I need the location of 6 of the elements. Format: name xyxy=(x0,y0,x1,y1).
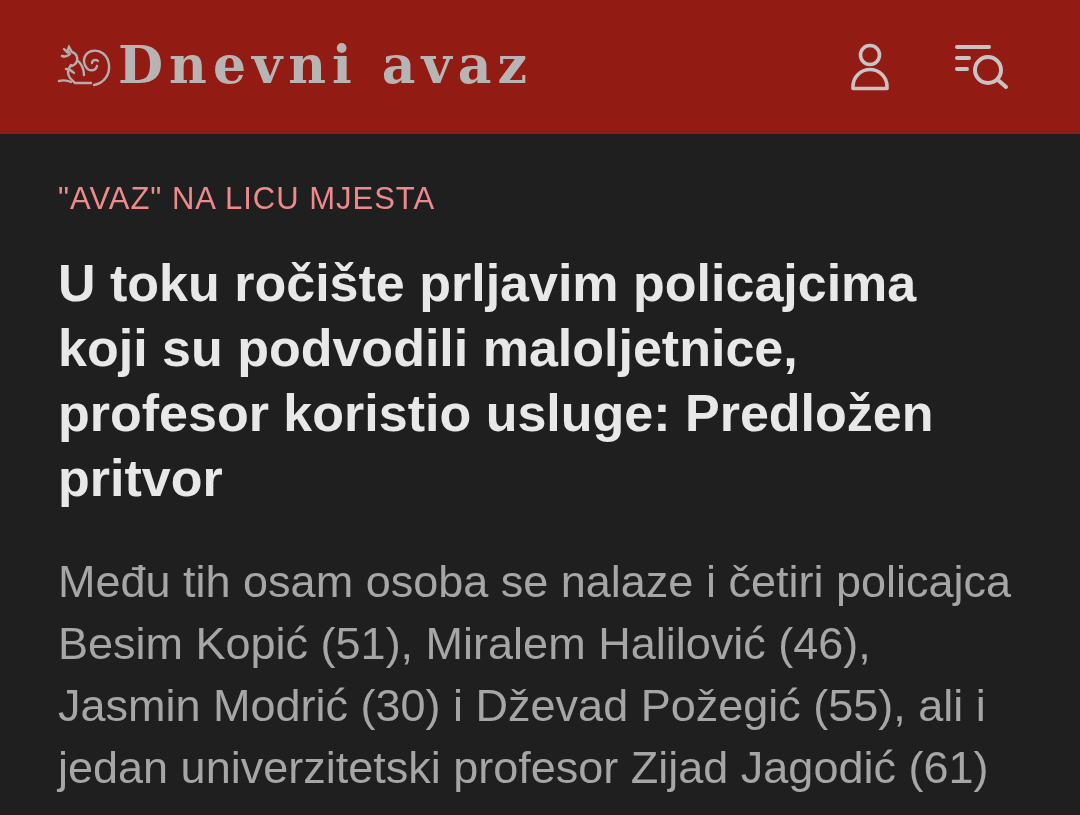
logo-link[interactable]: Dnevni avaz xyxy=(56,39,533,95)
category-label[interactable]: "AVAZ" NA LICU MJESTA xyxy=(58,180,1022,218)
search-list-icon[interactable] xyxy=(954,44,1010,90)
article-headline[interactable]: U toku ročište prljavim policajcima koji su podvodili maloljetnice, profesor koristio usluge: Predložen pritvor xyxy=(58,251,968,511)
user-icon[interactable] xyxy=(850,43,890,91)
article-lead: Među tih osam osoba se nalaze i četiri policajca Besim Kopić (51), Miralem Halilović (46), Jasmin Modrić (30) i Dževad Požegić (55), ali i jedan univerzitetski profesor Zijad Jagodić (61) xyxy=(58,555,1012,795)
